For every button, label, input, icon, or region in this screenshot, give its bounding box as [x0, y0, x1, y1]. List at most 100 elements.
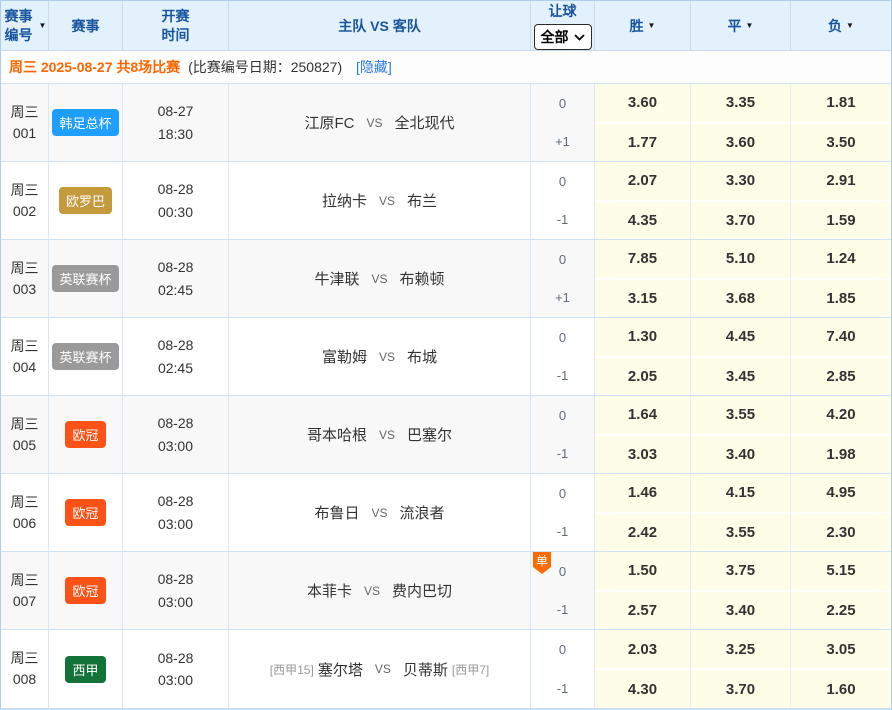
match-number: 周三 006 — [1, 474, 49, 551]
league-badge[interactable]: 西甲 — [65, 656, 105, 683]
match-teams[interactable]: 牛津联 VS 布赖顿 — [229, 240, 531, 317]
draw-odds[interactable]: 3.40 — [691, 434, 790, 474]
lose-odds[interactable]: 2.91 — [791, 162, 891, 200]
draw-odds[interactable]: 4.45 — [691, 318, 790, 356]
sort-arrow-icon[interactable]: ▼ — [846, 21, 854, 30]
draw-odds[interactable]: 3.68 — [691, 278, 790, 318]
draw-odds[interactable]: 3.25 — [691, 630, 790, 668]
lose-odds[interactable]: 1.60 — [791, 668, 891, 708]
header-league-label: 赛事 — [72, 16, 100, 36]
header-win[interactable]: 胜 ▼ — [595, 1, 691, 50]
away-team: 全北现代 — [395, 112, 455, 133]
match-teams[interactable]: 江原FC VS 全北现代 — [229, 84, 531, 161]
vs-label: VS — [379, 194, 395, 208]
handicap-filter-select[interactable]: 全部 — [534, 24, 592, 50]
draw-odds[interactable]: 3.55 — [691, 512, 790, 552]
match-number: 周三 005 — [1, 396, 49, 473]
draw-odds[interactable]: 3.60 — [691, 122, 790, 162]
league-badge[interactable]: 英联赛杯 — [52, 343, 118, 370]
match-date: 08-27 — [158, 100, 194, 122]
win-odds[interactable]: 1.46 — [595, 474, 690, 512]
draw-odds-column: 3.30 3.70 — [691, 162, 791, 239]
draw-odds[interactable]: 3.30 — [691, 162, 790, 200]
lose-odds[interactable]: 2.30 — [791, 512, 891, 552]
sort-arrow-icon[interactable]: ▼ — [39, 21, 47, 30]
match-teams[interactable]: 布鲁日 VS 流浪者 — [229, 474, 531, 551]
win-odds[interactable]: 2.05 — [595, 356, 690, 396]
draw-odds[interactable]: 3.75 — [691, 552, 790, 590]
header-lose[interactable]: 负 ▼ — [791, 1, 891, 50]
match-row: 周三 005 欧冠 08-28 03:00 哥本哈根 VS 巴塞尔 0 -1 1… — [1, 396, 891, 474]
win-odds[interactable]: 4.30 — [595, 668, 690, 708]
match-teams[interactable]: 哥本哈根 VS 巴塞尔 — [229, 396, 531, 473]
draw-odds[interactable]: 3.40 — [691, 590, 790, 630]
league-badge[interactable]: 英联赛杯 — [52, 265, 118, 292]
draw-odds[interactable]: 3.70 — [691, 668, 790, 708]
draw-odds[interactable]: 3.70 — [691, 200, 790, 240]
league-badge[interactable]: 欧冠 — [65, 499, 105, 526]
match-teams[interactable]: 富勒姆 VS 布城 — [229, 318, 531, 395]
hide-link[interactable]: [隐藏] — [356, 59, 392, 75]
lose-odds[interactable]: 1.59 — [791, 200, 891, 240]
win-odds[interactable]: 7.85 — [595, 240, 690, 278]
win-odds[interactable]: 3.03 — [595, 434, 690, 474]
draw-odds[interactable]: 5.10 — [691, 240, 790, 278]
lose-odds[interactable]: 2.25 — [791, 590, 891, 630]
match-row: 周三 001 韩足总杯 08-27 18:30 江原FC VS 全北现代 0 +… — [1, 84, 891, 162]
win-odds-column: 2.03 4.30 — [595, 630, 691, 708]
match-time: 08-28 03:00 — [123, 474, 229, 551]
league-badge[interactable]: 欧罗巴 — [59, 187, 112, 214]
match-no: 003 — [13, 279, 36, 300]
league-badge[interactable]: 欧冠 — [65, 577, 105, 604]
sort-arrow-icon[interactable]: ▼ — [746, 21, 754, 30]
win-odds[interactable]: 1.77 — [595, 122, 690, 162]
home-team: 塞尔塔 — [318, 659, 363, 680]
header-draw[interactable]: 平 ▼ — [691, 1, 791, 50]
draw-odds[interactable]: 3.55 — [691, 396, 790, 434]
match-no: 006 — [13, 513, 36, 534]
win-odds[interactable]: 2.57 — [595, 590, 690, 630]
draw-odds[interactable]: 3.45 — [691, 356, 790, 396]
win-odds[interactable]: 3.60 — [595, 84, 690, 122]
match-time: 08-27 18:30 — [123, 84, 229, 161]
match-teams[interactable]: 本菲卡 VS 费内巴切 — [229, 552, 531, 629]
draw-odds[interactable]: 4.15 — [691, 474, 790, 512]
lose-odds[interactable]: 3.50 — [791, 122, 891, 162]
lose-odds[interactable]: 3.05 — [791, 630, 891, 668]
match-date-summary: 周三 2025-08-27 共8场比赛 — [9, 59, 180, 75]
lose-odds[interactable]: 2.85 — [791, 356, 891, 396]
lose-odds[interactable]: 7.40 — [791, 318, 891, 356]
header-teams-label: 主队 VS 客队 — [338, 16, 420, 36]
match-start-time: 02:45 — [158, 279, 193, 301]
lose-odds[interactable]: 1.85 — [791, 278, 891, 318]
win-odds[interactable]: 1.50 — [595, 552, 690, 590]
match-teams[interactable]: 拉纳卡 VS 布兰 — [229, 162, 531, 239]
match-teams[interactable]: [西甲15] 塞尔塔 VS 贝蒂斯 [西甲7] — [229, 630, 531, 708]
lose-odds[interactable]: 1.24 — [791, 240, 891, 278]
handicap-cell: 0 +1 — [531, 84, 595, 161]
lose-odds[interactable]: 4.20 — [791, 396, 891, 434]
win-odds[interactable]: 1.30 — [595, 318, 690, 356]
match-start-time: 00:30 — [158, 201, 193, 223]
draw-odds[interactable]: 3.35 — [691, 84, 790, 122]
match-no: 004 — [13, 357, 36, 378]
win-odds[interactable]: 1.64 — [595, 396, 690, 434]
league-badge[interactable]: 欧冠 — [65, 421, 105, 448]
league-cell: 韩足总杯 — [49, 84, 123, 161]
win-odds[interactable]: 4.35 — [595, 200, 690, 240]
win-odds[interactable]: 2.03 — [595, 630, 690, 668]
win-odds[interactable]: 2.07 — [595, 162, 690, 200]
win-odds[interactable]: 3.15 — [595, 278, 690, 318]
lose-odds[interactable]: 5.15 — [791, 552, 891, 590]
win-odds[interactable]: 2.42 — [595, 512, 690, 552]
header-match-no[interactable]: 赛事编号 ▼ — [1, 1, 49, 50]
league-badge[interactable]: 韩足总杯 — [52, 109, 118, 136]
lose-odds[interactable]: 4.95 — [791, 474, 891, 512]
win-odds-column: 1.30 2.05 — [595, 318, 691, 395]
sort-arrow-icon[interactable]: ▼ — [648, 21, 656, 30]
lose-odds-column: 3.05 1.60 — [791, 630, 891, 708]
match-date: 08-28 — [158, 334, 194, 356]
lose-odds[interactable]: 1.98 — [791, 434, 891, 474]
match-no: 001 — [13, 123, 36, 144]
lose-odds[interactable]: 1.81 — [791, 84, 891, 122]
